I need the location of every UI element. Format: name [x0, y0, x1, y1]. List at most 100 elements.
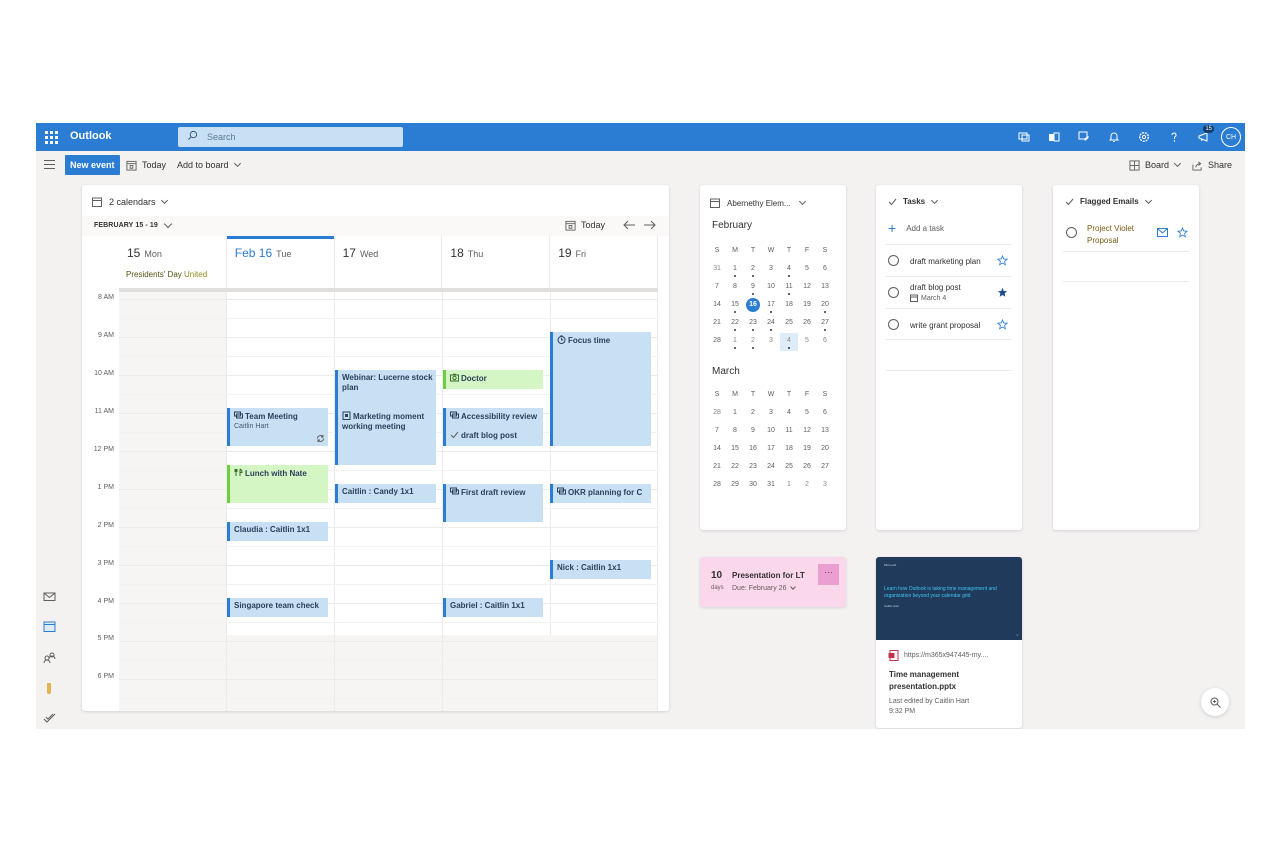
event-lunch-with-nate[interactable]: Lunch with Nate: [227, 465, 328, 503]
mail-icon[interactable]: [1157, 228, 1168, 237]
hamburger-menu-icon[interactable]: [44, 160, 55, 170]
mini-calendar-day[interactable]: 22: [726, 315, 744, 333]
people-icon[interactable]: [43, 651, 56, 664]
mini-calendar-day[interactable]: 7: [708, 279, 726, 297]
mini-calendar-day[interactable]: 3: [762, 333, 780, 351]
mini-calendar-day[interactable]: 19: [798, 297, 816, 315]
mini-calendar-day[interactable]: 2: [744, 333, 762, 351]
date-range-picker[interactable]: FEBRUARY 15 - 19: [94, 219, 173, 229]
mini-calendar-day[interactable]: 1: [726, 261, 744, 279]
flagged-emails-header[interactable]: Flagged Emails: [1065, 196, 1152, 206]
whats-new-button[interactable]: 15: [1189, 123, 1219, 151]
calendar-today-button[interactable]: Today: [565, 220, 605, 231]
star-outline-icon[interactable]: [997, 319, 1008, 330]
mini-calendar-day[interactable]: 5: [798, 405, 816, 423]
add-to-board-button[interactable]: Add to board: [177, 155, 241, 175]
calendar-icon[interactable]: [43, 620, 56, 633]
help-button[interactable]: [1159, 123, 1189, 151]
app-launcher-icon[interactable]: [42, 128, 60, 146]
mini-calendar-day[interactable]: 14: [708, 297, 726, 315]
todo-icon[interactable]: [43, 711, 56, 724]
mini-calendar-day[interactable]: 5: [798, 261, 816, 279]
star-filled-icon[interactable]: [997, 287, 1008, 298]
holiday-label[interactable]: Presidents' Day United: [126, 270, 207, 279]
event-nick-1x1[interactable]: Nick : Caitlin 1x1: [550, 560, 651, 579]
app-title[interactable]: Outlook: [70, 130, 112, 142]
mini-calendar-day[interactable]: 5: [798, 333, 816, 351]
mini-calendar-day[interactable]: 31: [762, 477, 780, 495]
files-icon[interactable]: [43, 681, 56, 694]
mini-calendar-day[interactable]: 28: [708, 477, 726, 495]
share-button[interactable]: Share: [1192, 155, 1232, 175]
mini-calendar-day[interactable]: 3: [816, 477, 834, 495]
office-button[interactable]: [1039, 123, 1069, 151]
event-first-draft-review[interactable]: First draft review: [443, 484, 543, 522]
mini-calendar-day[interactable]: 23: [744, 459, 762, 477]
previous-week-arrow-icon[interactable]: [622, 219, 636, 231]
mini-calendar-day[interactable]: 20: [816, 297, 834, 315]
mini-calendar-day[interactable]: 27: [816, 315, 834, 333]
mini-calendar-day[interactable]: 31: [708, 261, 726, 279]
mini-calendar-day[interactable]: 28: [708, 405, 726, 423]
event-okr-planning[interactable]: OKR planning for C: [550, 484, 651, 503]
file-card[interactable]: Microsoft Learn how Outlook is taking ti…: [876, 557, 1022, 728]
mini-calendar-day[interactable]: 11: [780, 279, 798, 297]
mini-calendar-day[interactable]: 4: [780, 333, 798, 351]
star-outline-icon[interactable]: [1177, 227, 1188, 238]
mini-calendar-day[interactable]: 18: [780, 297, 798, 315]
mini-calendar-day[interactable]: 17: [762, 297, 780, 315]
time-slots[interactable]: Team Meeting Caitlin Hart Lunch with Nat…: [119, 292, 658, 711]
mini-calendar-day[interactable]: 4: [780, 405, 798, 423]
calendars-selector[interactable]: 2 calendars: [92, 196, 168, 207]
mini-calendar-day[interactable]: 1: [780, 477, 798, 495]
today-button[interactable]: Today: [126, 155, 166, 175]
board-button[interactable]: Board: [1129, 155, 1182, 175]
task-draft-blog-post[interactable]: draft blog post: [450, 430, 540, 440]
mini-calendar-day[interactable]: 27: [816, 459, 834, 477]
mini-calendar-day[interactable]: 9: [744, 423, 762, 441]
mini-calendar-day[interactable]: 11: [780, 423, 798, 441]
event-doctor[interactable]: Doctor: [443, 370, 543, 389]
task-item[interactable]: write grant proposal: [886, 308, 1012, 340]
mini-calendar-day[interactable]: 29: [726, 477, 744, 495]
mini-calendar-day[interactable]: 2: [744, 261, 762, 279]
mini-calendar-day[interactable]: 13: [816, 423, 834, 441]
event-marketing-moment[interactable]: Marketing moment working meeting: [335, 408, 436, 465]
mini-calendar-day[interactable]: 24: [762, 315, 780, 333]
task-complete-checkbox[interactable]: [888, 287, 899, 298]
mini-calendar-day[interactable]: 21: [708, 315, 726, 333]
mini-calendar-day[interactable]: 25: [780, 315, 798, 333]
task-complete-checkbox[interactable]: [888, 255, 899, 266]
feedback-button[interactable]: [1069, 123, 1099, 151]
day-header-fri[interactable]: 19 Fri: [550, 236, 658, 288]
day-header-wed[interactable]: 17 Wed: [334, 236, 443, 288]
day-header-thu[interactable]: 18 Thu: [442, 236, 551, 288]
mini-calendar-day[interactable]: 21: [708, 459, 726, 477]
star-outline-icon[interactable]: [997, 255, 1008, 266]
mini-calendar-day[interactable]: 2: [744, 405, 762, 423]
mini-calendar-day[interactable]: 28: [708, 333, 726, 351]
event-claudia-1x1[interactable]: Claudia : Caitlin 1x1: [227, 522, 328, 541]
mini-calendar-day[interactable]: 1: [726, 333, 744, 351]
event-singapore-team-check[interactable]: Singapore team check: [227, 598, 328, 617]
mini-calendar-day[interactable]: 12: [798, 423, 816, 441]
flagged-email-subject[interactable]: Project Violet Proposal: [1087, 223, 1157, 247]
mini-calendar-day[interactable]: 13: [816, 279, 834, 297]
search-input[interactable]: Search: [178, 127, 403, 147]
mini-calendar-day[interactable]: 3: [762, 405, 780, 423]
notifications-button[interactable]: [1099, 123, 1129, 151]
mini-calendar-day[interactable]: 8: [726, 423, 744, 441]
flagged-complete-checkbox[interactable]: [1066, 227, 1077, 238]
mini-calendar-day[interactable]: 6: [816, 261, 834, 279]
mini-calendar-day[interactable]: 19: [798, 441, 816, 459]
mini-calendar-selector[interactable]: Abernethy Elem...: [710, 197, 806, 208]
event-webinar-lucerne[interactable]: Webinar: Lucerne stock plan: [335, 370, 436, 408]
mini-calendar-day[interactable]: 16: [744, 441, 762, 459]
mini-calendar-day[interactable]: 10: [762, 279, 780, 297]
mini-calendar-day[interactable]: 25: [780, 459, 798, 477]
task-complete-checkbox[interactable]: [888, 319, 899, 330]
mini-calendar-day[interactable]: 12: [798, 279, 816, 297]
mini-calendar-day[interactable]: 22: [726, 459, 744, 477]
file-url[interactable]: https://m365x947445-my....: [888, 650, 988, 661]
event-caitlin-candy-1x1[interactable]: Caitlin : Candy 1x1: [335, 484, 436, 503]
